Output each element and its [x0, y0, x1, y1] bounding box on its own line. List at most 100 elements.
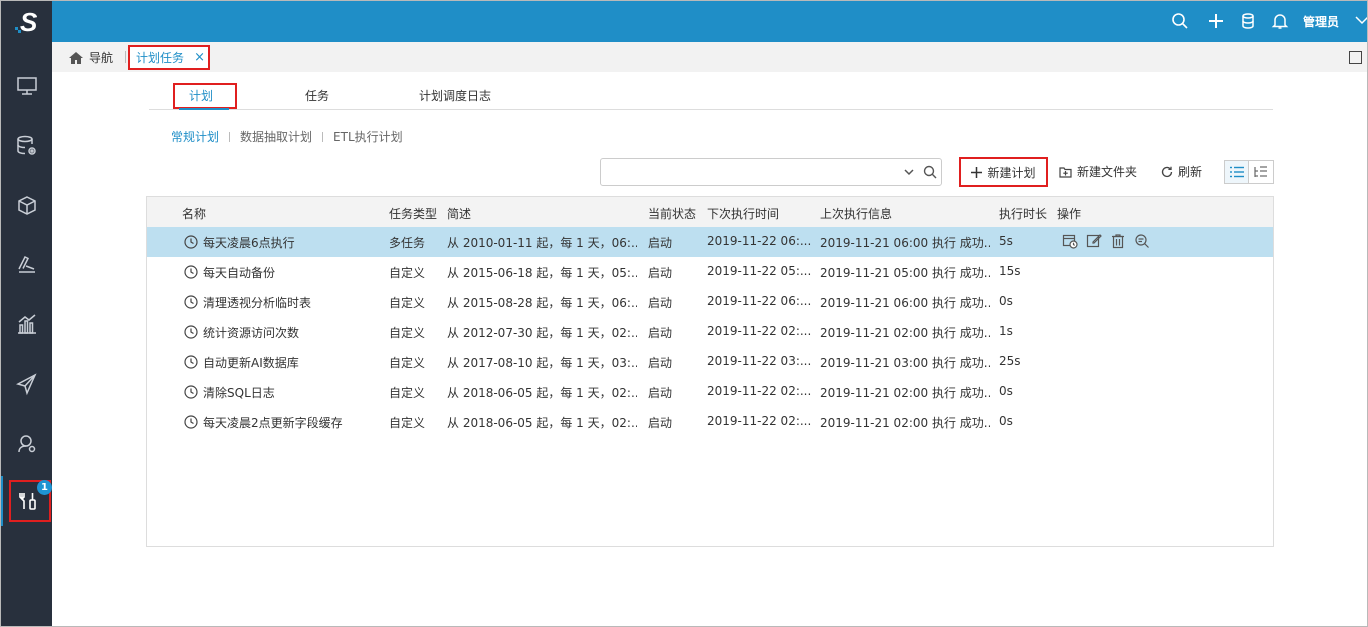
sidebar-item-send[interactable]	[1, 359, 52, 409]
chevron-down-icon[interactable]	[1355, 15, 1368, 25]
app-logo[interactable]: S	[1, 1, 52, 42]
cell-last: 2019-11-21 06:00 执行 成功...	[820, 236, 990, 250]
plus-icon[interactable]	[1207, 12, 1225, 30]
sidebar-item-ruler[interactable]	[1, 239, 52, 289]
cell-next: 2019-11-22 02:...	[707, 324, 812, 338]
cell-duration: 1s	[999, 324, 1013, 338]
schedule-run-icon[interactable]	[1062, 233, 1078, 249]
bell-icon[interactable]	[1271, 12, 1289, 30]
category-extract[interactable]: 数据抽取计划	[240, 128, 312, 145]
monitor-icon	[16, 77, 37, 95]
cell-next: 2019-11-22 06:...	[707, 234, 812, 248]
tab-schedule-log[interactable]: 计划调度日志	[419, 81, 491, 109]
cell-name: 统计资源访问次数	[203, 326, 300, 340]
cell-desc: 从 2015-06-18 起，每 1 天，05:...	[447, 266, 637, 280]
sidebar-item-cube[interactable]	[1, 181, 52, 231]
cell-duration: 5s	[999, 234, 1013, 248]
delete-icon[interactable]	[1110, 233, 1126, 249]
cell-last: 2019-11-21 06:00 执行 成功...	[820, 296, 990, 310]
cell-desc: 从 2010-01-11 起，每 1 天，06:...	[447, 236, 637, 250]
clock-icon	[184, 265, 198, 279]
tab-plan[interactable]: 计划	[173, 81, 237, 110]
sidebar-item-chart[interactable]	[1, 299, 52, 349]
cell-duration: 15s	[999, 264, 1021, 278]
highlight-box	[173, 83, 237, 109]
table-row[interactable]: 自动更新AI数据库 自定义 从 2017-08-10 起，每 1 天，03:... 启…	[147, 347, 1273, 377]
table-row[interactable]: 每天凌晨6点执行 多任务 从 2010-01-11 起，每 1 天，06:... 启动…	[147, 227, 1273, 257]
tree-icon	[1254, 166, 1267, 177]
cell-duration: 0s	[999, 384, 1013, 398]
category-etl[interactable]: ETL执行计划	[333, 128, 403, 145]
database-icon[interactable]	[1239, 12, 1257, 30]
table-header: 名称 任务类型 简述 当前状态 下次执行时间 上次执行信息 执行时长 操作	[147, 197, 1273, 227]
column-header[interactable]: 下次执行时间	[707, 205, 779, 222]
sidebar-item-monitor[interactable]	[1, 61, 52, 111]
search-input[interactable]	[607, 159, 897, 185]
new-folder-label: 新建文件夹	[1077, 165, 1138, 179]
view-log-icon[interactable]	[1134, 233, 1150, 249]
cell-name: 每天凌晨6点执行	[203, 236, 295, 250]
chevron-down-icon[interactable]	[903, 166, 915, 178]
tab-scheduled-tasks[interactable]: 计划任务 ×	[128, 45, 210, 70]
edit-icon[interactable]	[1086, 233, 1102, 249]
tab-divider	[125, 51, 126, 63]
data-settings-icon	[16, 135, 36, 155]
top-bar: 管理员	[52, 1, 1368, 42]
cell-desc: 从 2018-06-05 起，每 1 天，02:...	[447, 386, 637, 400]
cell-next: 2019-11-22 02:...	[707, 414, 812, 428]
sidebar-item-data[interactable]	[1, 121, 52, 171]
column-header[interactable]: 执行时长	[999, 205, 1047, 222]
tree-view-button[interactable]	[1249, 161, 1273, 183]
sidebar-item-tools[interactable]: 1	[1, 476, 52, 526]
list-icon	[1229, 166, 1244, 178]
cell-status: 启动	[648, 236, 673, 250]
search-icon[interactable]	[1171, 12, 1189, 30]
new-folder-button[interactable]: 新建文件夹	[1059, 163, 1137, 180]
table-row[interactable]: 统计资源访问次数 自定义 从 2012-07-30 起，每 1 天，02:... 启动…	[147, 317, 1273, 347]
column-header[interactable]: 当前状态	[648, 205, 696, 222]
tab-task[interactable]: 任务	[305, 81, 329, 109]
cell-last: 2019-11-21 02:00 执行 成功...	[820, 326, 990, 340]
sidebar: S 1	[1, 1, 52, 626]
clock-icon	[184, 295, 198, 309]
tab-task-label: 任务	[305, 88, 330, 103]
cell-type: 自定义	[389, 296, 426, 310]
cell-status: 启动	[648, 266, 673, 280]
cell-name: 清除SQL日志	[203, 386, 275, 400]
cell-last: 2019-11-21 02:00 执行 成功...	[820, 386, 990, 400]
cell-status: 启动	[648, 386, 673, 400]
column-header[interactable]: 上次执行信息	[820, 205, 892, 222]
cell-type: 自定义	[389, 386, 426, 400]
chart-icon	[17, 314, 36, 334]
column-header[interactable]: 名称	[182, 205, 206, 222]
sidebar-item-user-settings[interactable]	[1, 419, 52, 469]
list-view-button[interactable]	[1225, 161, 1249, 183]
search-icon[interactable]	[923, 165, 937, 179]
sub-tabs: 计划 任务 计划调度日志	[149, 81, 1273, 110]
cell-next: 2019-11-22 06:...	[707, 294, 812, 308]
new-plan-button[interactable]: 新建计划	[959, 157, 1048, 187]
refresh-icon	[1161, 166, 1173, 177]
category-regular[interactable]: 常规计划	[171, 128, 219, 145]
plan-categories: 常规计划 数据抽取计划 ETL执行计划	[171, 128, 403, 145]
tab-home[interactable]: 导航	[68, 49, 113, 66]
cell-type: 自定义	[389, 266, 426, 280]
table-row[interactable]: 每天自动备份 自定义 从 2015-06-18 起，每 1 天，05:... 启动 20…	[147, 257, 1273, 287]
cube-icon	[17, 196, 36, 215]
cell-desc: 从 2018-06-05 起，每 1 天，02:...	[447, 416, 637, 430]
cell-type: 多任务	[389, 236, 426, 250]
column-header[interactable]: 简述	[447, 205, 471, 222]
row-actions	[1062, 233, 1150, 249]
home-label: 导航	[89, 51, 114, 65]
close-icon[interactable]: ×	[194, 50, 205, 65]
table-row[interactable]: 清理透视分析临时表 自定义 从 2015-08-28 起，每 1 天，06:... 启…	[147, 287, 1273, 317]
refresh-button[interactable]: 刷新	[1161, 163, 1202, 180]
admin-menu[interactable]: 管理员	[1303, 13, 1339, 30]
app-window: S 1 管理员 导航 计划任务 × 计划 任务 计划调度日志 常规计划 数据抽取…	[0, 0, 1368, 627]
table-row[interactable]: 清除SQL日志 自定义 从 2018-06-05 起，每 1 天，02:... 启动 2…	[147, 377, 1273, 407]
column-header[interactable]: 任务类型	[389, 205, 437, 222]
cell-status: 启动	[648, 296, 673, 310]
table-row[interactable]: 每天凌晨2点更新字段缓存 自定义 从 2018-06-05 起，每 1 天，02:.…	[147, 407, 1273, 437]
cell-status: 启动	[648, 326, 673, 340]
maximize-icon[interactable]	[1349, 51, 1362, 64]
